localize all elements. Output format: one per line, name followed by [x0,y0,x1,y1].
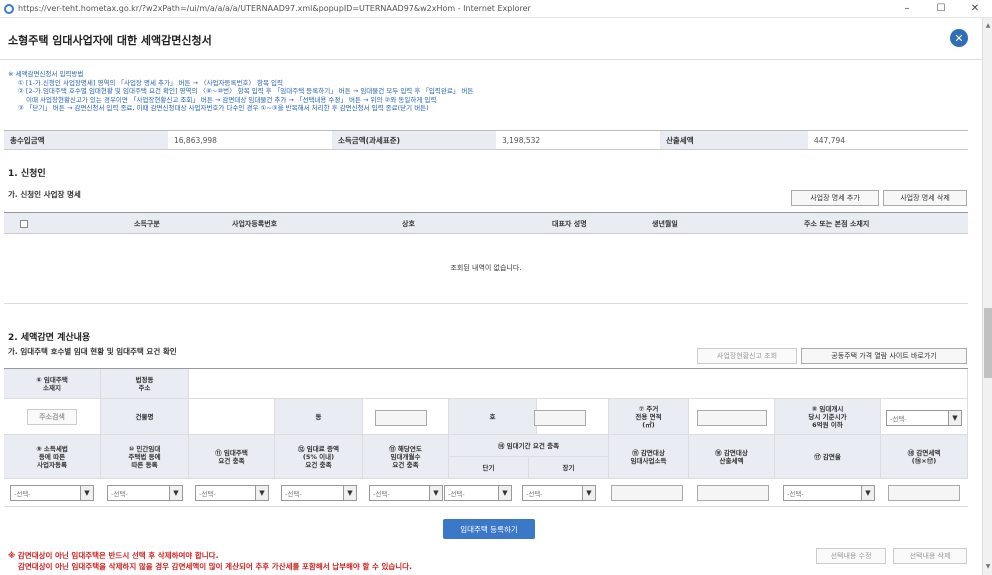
reduction-rate-select[interactable]: -선택- ▼ [783,485,875,501]
short-term-select[interactable]: -선택- ▼ [444,485,512,501]
building-value [189,399,275,435]
chevron-down-icon: ▼ [169,486,182,500]
close-icon[interactable]: ✕ [950,29,968,47]
window-close-button[interactable]: ✕ [958,0,992,17]
ie-icon [4,3,14,14]
total-income-label: 총수입금액 [4,131,168,149]
section1-title: 1. 신청인 [8,169,46,179]
legal-address-header: 법정동 주소 [101,369,189,399]
exempt-income-input[interactable] [611,485,683,501]
select-all-checkbox[interactable] [20,220,28,228]
vertical-scrollbar[interactable]: ▲ ▼ [982,18,992,575]
exempt-income-header: ⑮ 감면대상 임대사업소득 [609,435,689,479]
section2-title: 2. 세액감면 계산내용 [8,333,91,343]
business-table-header: 소득구분 사업자등록번호 상호 대표자 성명 생년월일 주소 또는 본점 소재지 [4,212,968,234]
rent-increase-select[interactable]: -선택- ▼ [281,485,357,501]
exempt-tax-input[interactable] [697,485,769,501]
guide-line: ※ 세액감면신청서 입력방법 [8,70,84,78]
dong-input[interactable] [375,410,427,426]
long-term-header: 장기 [529,457,609,479]
guide-line: ③ 「닫기」 버튼 → 감면신청서 입력 종료, 이때 감면신청대상 사업자번호… [18,104,429,113]
area-input[interactable] [697,410,767,426]
rental-housing-grid: ⑥ 임대주택 소재지 법정동 주소 주소검색 건물명 동 호 ⑦ 주거 전용 면… [4,368,968,507]
browser-titlebar: https://ver-teht.hometax.go.kr/?w2xPath=… [0,0,992,18]
reduction-amount-input[interactable] [888,485,960,501]
chevron-down-icon: ▼ [861,486,874,500]
housing-requirement-select[interactable]: -선택- ▼ [195,485,269,501]
housing-requirement-header: ⑪ 임대주택 요건 충족 [189,435,275,479]
ho-input[interactable] [534,410,586,426]
rent-increase-header: ⑫ 임대료 증액 (5% 이내) 요건 충족 [275,435,363,479]
short-term-header: 단기 [449,457,529,479]
guide-line: ① [1-가.신청인 사업장명세] 영역의 「사업장 명세 추가」 버튼 → 〈… [18,78,283,87]
section2-subtitle: 가. 임대주택 호수별 임대 현황 및 임대주택 요건 확인 [8,347,177,356]
address-display [189,369,968,399]
chevron-down-icon: ▼ [80,486,93,500]
tax-label: 산출세액 [660,131,808,149]
building-header: 건물명 [101,399,189,435]
dong-header: 동 [275,399,363,435]
ho-header: 호 [449,399,537,435]
chevron-down-icon: ▼ [582,486,595,500]
col-company-name: 상호 [402,220,415,228]
col-birthdate: 생년월일 [652,220,678,228]
section1-subtitle: 가. 신청인 사업장 명세 [8,190,81,199]
long-term-select[interactable]: -선택- ▼ [522,485,596,501]
business-registration-select[interactable]: -선택- ▼ [10,485,94,501]
private-rental-header: ⑩ 민간임대 주택법 등에 따른 등록 [101,435,189,479]
maximize-button[interactable]: ☐ [924,0,958,17]
price-select[interactable]: -선택- ▼ [886,410,962,426]
delete-business-button[interactable]: 사업장 명세 삭제 [883,190,967,206]
tax-value: 447,794 [814,135,846,145]
reduction-rate-header: ⑰ 감면율 [775,435,881,479]
location-header: ⑥ 임대주택 소재지 [4,369,101,399]
warning-line-1: ※ 감면대상이 아닌 임대주택은 반드시 선택 후 삭제하여야 합니다. [8,551,219,560]
chevron-down-icon: ▼ [429,486,442,500]
address-search-button[interactable]: 주소검색 [27,408,77,425]
private-rental-select[interactable]: -선택- ▼ [107,485,183,501]
input-guide: ※ 세액감면신청서 입력방법 ① [1-가.신청인 사업장명세] 영역의 「사업… [8,70,473,113]
scroll-thumb[interactable] [984,308,992,378]
col-income-type: 소득구분 [134,220,160,228]
chevron-down-icon: ▼ [498,486,511,500]
col-business-number: 사업자등록번호 [232,220,278,228]
delete-selected-button[interactable]: 선택내용 삭제 [893,548,967,564]
page-title: 소형주택 임대사업자에 대한 세액감면신청서 [8,34,212,47]
window-url: https://ver-teht.hometax.go.kr/?w2xPath=… [18,4,531,13]
business-registration-header: ⑨ 소득세법 등에 따른 사업자등록 [4,435,101,479]
chevron-down-icon: ▼ [948,411,961,425]
chevron-down-icon: ▼ [255,486,268,500]
col-address: 주소 또는 본점 소재지 [804,220,870,228]
rental-months-header: ⑬ 해당연도 임대개월수 요건 충족 [363,435,449,479]
total-income-value: 16,863,998 [174,135,217,145]
warning-line-2: 감면대상이 아닌 임대주택을 삭제하지 않을 경우 감면세액이 많이 계산되어 … [18,562,412,571]
income-amount-label: 소득금액(과세표준) [332,131,496,149]
popup-header: 소형주택 임대사업자에 대한 세액감면신청서 ✕ [0,18,982,60]
register-housing-button[interactable]: 임대주택 등록하기 [443,519,535,539]
col-representative: 대표자 성명 [552,220,587,228]
business-report-lookup-button[interactable]: 사업장현황신고 조회 [697,348,797,364]
scroll-down-icon[interactable]: ▼ [984,563,992,571]
add-business-button[interactable]: 사업장 명세 추가 [791,190,879,206]
reduction-amount-header: ⑱ 감면세액 (⑯×⑰) [881,435,968,479]
address-search-cell: 주소검색 [4,399,101,435]
edit-selected-button[interactable]: 선택내용 수정 [816,548,886,564]
guide-line: ② [2-가.임대주택 호수별 임대현황 및 임대주택 요건 확인] 영역의 〈… [18,87,474,96]
rental-period-header: ⑭ 임대기간 요건 충족 [449,435,609,457]
income-amount-value: 3,198,532 [502,135,541,145]
rental-months-select[interactable]: -선택- ▼ [369,485,443,501]
minimize-button[interactable]: – [890,0,924,17]
scroll-up-icon[interactable]: ▲ [984,22,992,30]
empty-message: 조회된 내역이 없습니다. [4,234,968,304]
area-header: ⑦ 주거 전용 면적 (㎡) [609,399,689,435]
summary-bar: 총수입금액 16,863,998 소득금액(과세표준) 3,198,532 산출… [4,130,968,150]
exempt-tax-header: ⑯ 감면대상 산출세액 [689,435,775,479]
chevron-down-icon: ▼ [343,486,356,500]
price-site-button[interactable]: 공동주택 가격 열람 사이트 바로가기 [801,348,967,364]
price-header: ⑧ 임대개시 당시 기준시가 6억원 이하 [775,399,881,435]
